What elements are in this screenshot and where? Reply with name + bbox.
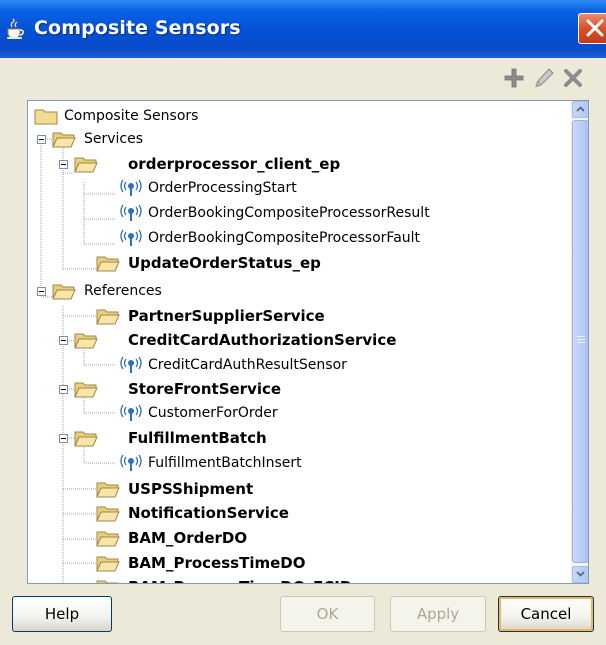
tree-node-sensor[interactable]: CustomerForOrder (28, 402, 568, 424)
tree-node-label: FulfillmentBatchInsert (148, 455, 302, 471)
plus-icon[interactable] (503, 67, 525, 89)
window-title: Composite Sensors (34, 17, 241, 39)
folder-open-icon (52, 132, 76, 148)
folder-open-icon (96, 531, 120, 547)
tree-node-orderprocessor-client-ep[interactable]: orderprocessor_client_ep (28, 153, 568, 175)
tree-node-label: OrderProcessingStart (148, 180, 297, 196)
coffee-cup-icon (7, 18, 24, 39)
tree-node-label: USPSShipment (128, 480, 254, 498)
title-bar[interactable]: Composite Sensors (0, 0, 606, 58)
sensor-icon (120, 404, 142, 421)
scroll-grip (577, 339, 585, 340)
chevron-up-icon (576, 106, 585, 112)
sensor-tree[interactable]: Composite Sensors Services orderprocesso… (27, 100, 589, 584)
folder-open-icon (74, 157, 98, 173)
tree-node-update-order-status-ep[interactable]: UpdateOrderStatus_ep (28, 252, 568, 274)
tree-node-label: PartnerSupplierService (128, 307, 325, 325)
sensor-icon (120, 179, 142, 196)
tree-node-sensor[interactable]: OrderBookingCompositeProcessorFault (28, 227, 568, 249)
tree-node-label: FulfillmentBatch (128, 429, 267, 447)
tree-node-credit-card-authorization-service[interactable]: CreditCardAuthorizationService (28, 329, 568, 351)
tree-node-notification-service[interactable]: NotificationService (28, 502, 568, 524)
scroll-thumb[interactable] (572, 120, 588, 563)
tree-node-bam-process-time-do-ecid[interactable]: BAM_ProcessTimeDO_ECID (28, 576, 568, 584)
chevron-down-icon (576, 571, 585, 577)
sensor-icon (120, 229, 142, 246)
tree-node-sensor[interactable]: CreditCardAuthResultSensor (28, 354, 568, 376)
tree-node-root[interactable]: Composite Sensors (28, 105, 568, 127)
tree-node-sensor[interactable]: OrderProcessingStart (28, 177, 568, 199)
help-button[interactable]: Help (12, 596, 112, 632)
x-icon[interactable] (562, 67, 584, 89)
vertical-scrollbar[interactable] (571, 101, 588, 583)
ok-button[interactable]: OK (280, 596, 375, 632)
folder-open-icon (96, 256, 120, 272)
tree-node-label: OrderBookingCompositeProcessorFault (148, 230, 421, 246)
collapse-icon[interactable] (37, 135, 46, 144)
scroll-up-button[interactable] (572, 101, 588, 118)
tree-node-store-front-service[interactable]: StoreFrontService (28, 378, 568, 400)
tree-node-label: orderprocessor_client_ep (128, 155, 341, 173)
folder-open-icon (96, 580, 119, 583)
tree-node-sensor[interactable]: OrderBookingCompositeProcessorResult (28, 202, 568, 224)
scroll-grip (577, 336, 585, 337)
collapse-icon[interactable] (59, 583, 68, 584)
collapse-icon[interactable] (37, 287, 46, 296)
tree-node-bam-order-do[interactable]: BAM_OrderDO (28, 527, 568, 549)
tree-node-label: UpdateOrderStatus_ep (128, 254, 321, 272)
tree-node-label: NotificationService (128, 504, 289, 522)
close-button[interactable] (578, 13, 606, 44)
tree-node-services[interactable]: Services (28, 128, 568, 150)
tree-node-usps-shipment[interactable]: USPSShipment (28, 478, 568, 500)
tree-node-label: OrderBookingCompositeProcessorResult (148, 205, 430, 221)
folder-open-icon (96, 309, 120, 325)
tree-node-label: Composite Sensors (64, 108, 199, 124)
folder-open-icon (96, 482, 120, 498)
sensor-icon (120, 204, 142, 221)
folder-open-icon (52, 284, 76, 300)
scroll-grip (577, 342, 585, 343)
collapse-icon[interactable] (59, 336, 68, 345)
tree-node-partner-supplier-service[interactable]: PartnerSupplierService (28, 305, 568, 327)
folder-open-icon (96, 556, 120, 572)
tree-node-label: Services (84, 131, 144, 147)
tree-node-label: StoreFrontService (128, 380, 282, 398)
folder-icon (34, 109, 58, 125)
folder-open-icon (74, 431, 98, 447)
tree-node-references[interactable]: References (28, 280, 568, 302)
sensor-icon (120, 454, 142, 471)
tree-node-label: References (84, 283, 162, 299)
apply-button[interactable]: Apply (390, 596, 486, 632)
tree-node-label: CreditCardAuthorizationService (128, 331, 397, 349)
folder-open-icon (74, 333, 98, 349)
tree-node-bam-process-time-do[interactable]: BAM_ProcessTimeDO (28, 552, 568, 574)
folder-open-icon (74, 382, 98, 398)
tree-node-label: BAM_ProcessTimeDO (128, 554, 306, 572)
tree-node-label: BAM_OrderDO (128, 529, 248, 547)
folder-open-icon (96, 506, 120, 522)
tree-node-label: BAM_ProcessTimeDO_ECID (128, 576, 352, 583)
sensor-icon (120, 356, 142, 373)
pencil-icon[interactable] (533, 67, 555, 89)
tree-node-fulfillment-batch[interactable]: FulfillmentBatch (28, 427, 568, 449)
tree-node-label: CustomerForOrder (148, 405, 278, 421)
tree-node-label: CreditCardAuthResultSensor (148, 357, 347, 373)
close-icon (586, 19, 604, 37)
collapse-icon[interactable] (59, 385, 68, 394)
tree-node-sensor[interactable]: FulfillmentBatchInsert (28, 452, 568, 474)
collapse-icon[interactable] (59, 434, 68, 443)
cancel-button[interactable]: Cancel (498, 596, 594, 632)
collapse-icon[interactable] (59, 160, 68, 169)
scroll-down-button[interactable] (572, 566, 588, 583)
